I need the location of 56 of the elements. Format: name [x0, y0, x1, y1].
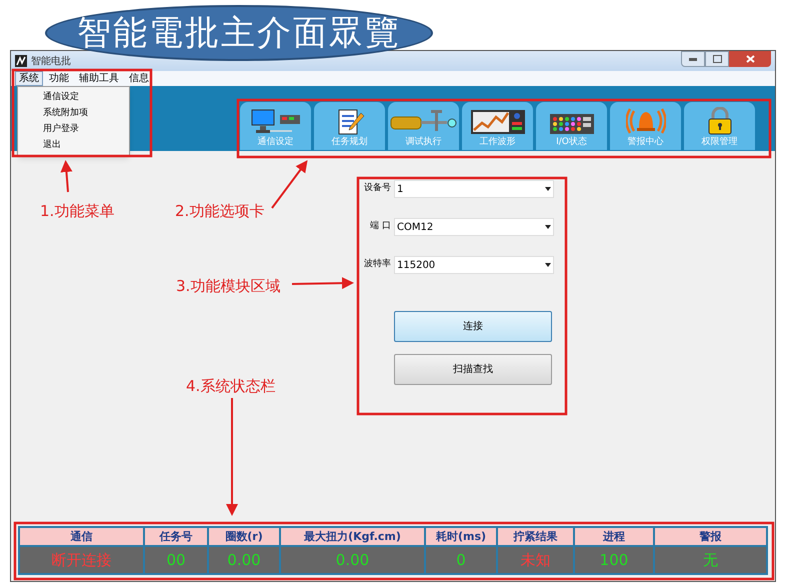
status-value: 00 — [166, 551, 186, 569]
status-value: 0.00 — [336, 551, 370, 569]
dropdown-arrow-icon — [545, 225, 551, 229]
dropdown-arrow-icon — [545, 187, 551, 191]
column-header: 拧紧结果 — [498, 528, 573, 545]
minimize-button[interactable] — [681, 51, 705, 67]
status-value: 100 — [600, 551, 628, 569]
close-button[interactable] — [729, 51, 771, 67]
column-header: 任务号 — [145, 528, 207, 545]
column-header: 进程 — [575, 528, 653, 545]
menu-item[interactable]: 系统 — [15, 71, 43, 86]
annotation-arrow — [292, 277, 354, 290]
dropdown-field[interactable]: 115200 — [394, 256, 554, 274]
menu-item[interactable]: 辅助工具 — [75, 71, 123, 86]
line-chart-icon — [470, 109, 526, 135]
app-logo-icon — [15, 55, 27, 67]
status-value: 断开连接 — [52, 551, 112, 569]
status-value: 未知 — [520, 551, 550, 569]
alarm-bell-icon — [626, 107, 666, 135]
field-label: 波特率 — [363, 258, 391, 272]
menu-entry[interactable]: 通信设定 — [18, 89, 129, 105]
dropdown-field[interactable]: COM12 — [394, 218, 554, 236]
annotation-arrow — [60, 160, 72, 192]
window-title: 智能电批 — [31, 54, 71, 68]
field-label: 设备号 — [363, 182, 391, 196]
field-label: 端 口 — [369, 220, 391, 234]
annotation-label: 2.功能选项卡 — [175, 201, 264, 222]
column-header: 通信 — [20, 528, 143, 545]
minimize-icon — [689, 58, 697, 60]
status-value: 0 — [456, 551, 466, 569]
annotation-arrow — [271, 160, 308, 209]
computer-icon — [250, 109, 302, 135]
column-header: 圈数(r) — [209, 528, 279, 545]
control-panel-icon — [548, 113, 594, 135]
menu-entry[interactable]: 退出 — [18, 137, 129, 153]
maximize-button[interactable] — [705, 51, 729, 67]
close-icon — [746, 55, 754, 63]
column-header: 最大扭力(Kgf.cm) — [281, 528, 424, 545]
menu-item[interactable]: 信息 — [125, 71, 153, 86]
status-value: 0.00 — [227, 551, 261, 569]
padlock-icon — [706, 107, 732, 135]
menu-entry[interactable]: 系统附加项 — [18, 105, 129, 121]
scan-button[interactable]: 扫描查找 — [394, 354, 552, 385]
status-value: 无 — [703, 551, 718, 569]
maximize-icon — [712, 55, 722, 63]
column-header: 耗时(ms) — [426, 528, 496, 545]
dropdown-arrow-icon — [545, 263, 551, 267]
menu-entry[interactable]: 用户登录 — [18, 121, 129, 137]
annotation-label: 4.系统状态栏 — [186, 376, 276, 397]
annotation-label: 3.功能模块区域 — [176, 276, 280, 297]
banner-title: 智能電批主介面眾覽 — [77, 12, 401, 54]
connect-button[interactable]: 连接 — [394, 311, 552, 342]
annotation-label: 1.功能菜单 — [40, 201, 114, 222]
dropdown-field[interactable]: 1 — [394, 180, 554, 198]
menu-item[interactable]: 功能 — [45, 71, 73, 86]
column-header: 警报 — [655, 528, 766, 545]
